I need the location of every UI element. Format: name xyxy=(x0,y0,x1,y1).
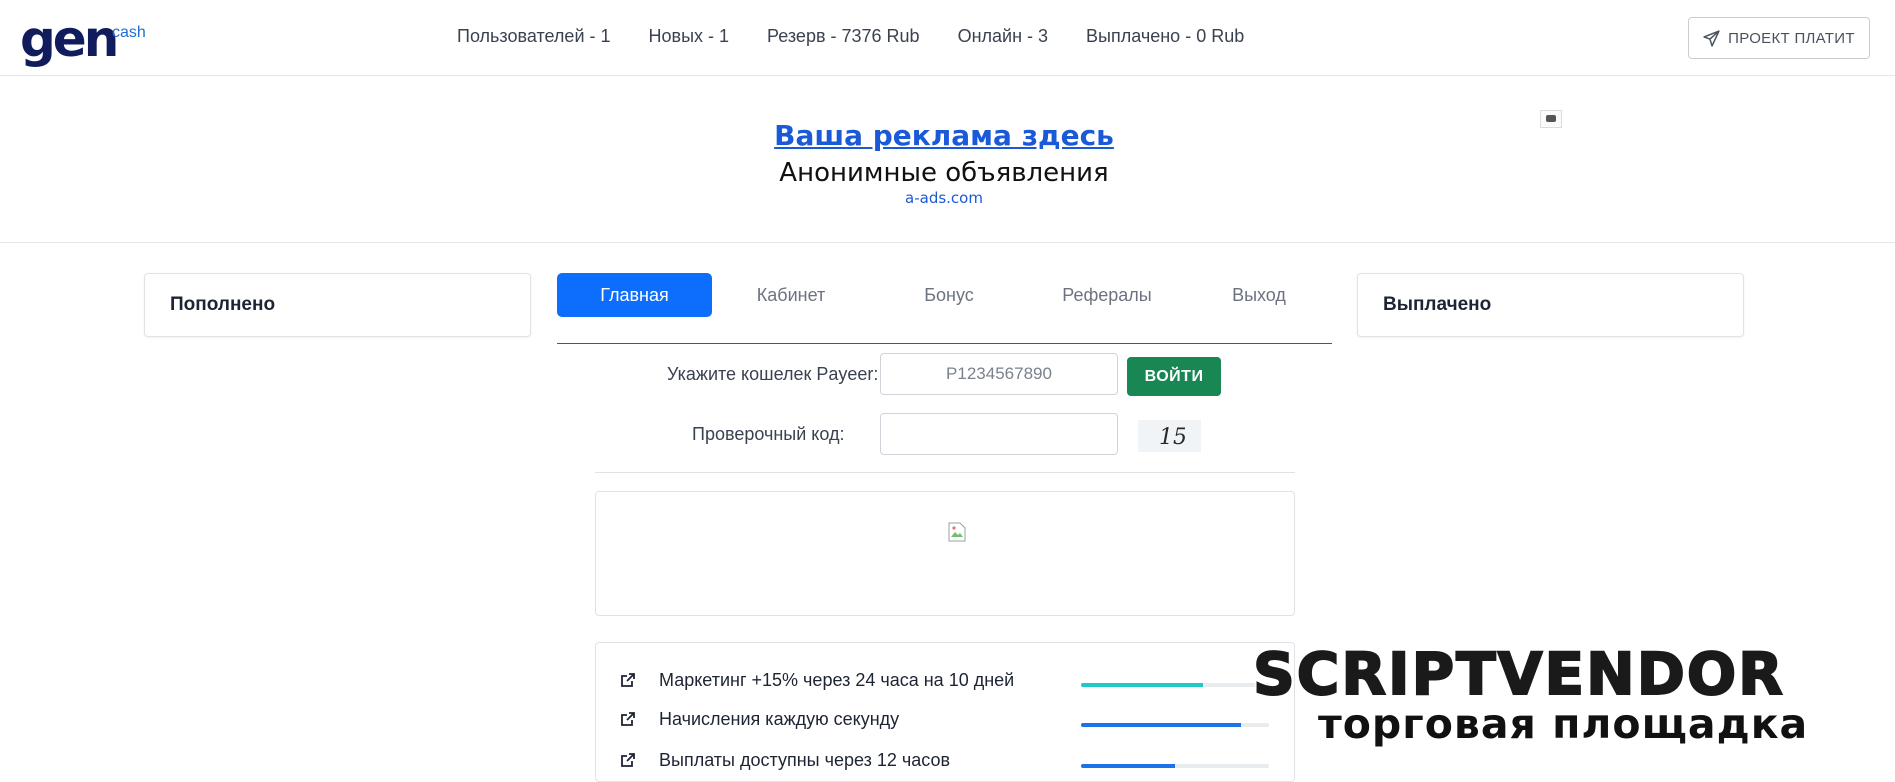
main-tabs: Главная Кабинет Бонус Рефералы Выход xyxy=(557,273,1332,344)
captcha-label: Проверочный код: xyxy=(692,424,845,444)
ad-banner: Ваша реклама здесь Анонимные объявления … xyxy=(0,76,1895,243)
captcha-glyph: 15 xyxy=(1159,425,1185,450)
broken-image-icon xyxy=(948,522,966,542)
feature-progress-fill xyxy=(1081,764,1175,768)
logo[interactable]: gen cash xyxy=(20,14,146,64)
project-pays-button[interactable]: ПРОЕКТ ПЛАТИТ xyxy=(1688,17,1870,59)
feature-text: Начисления каждую секунду xyxy=(659,708,900,729)
feature-progress xyxy=(1081,764,1269,768)
tab-logout[interactable]: Выход xyxy=(1186,273,1332,317)
features-box: Маркетинг +15% через 24 часа на 10 дней … xyxy=(595,642,1295,782)
feature-item: Выплаты доступны через 12 часов xyxy=(620,748,950,772)
feature-progress xyxy=(1081,683,1269,687)
tab-cabinet[interactable]: Кабинет xyxy=(712,273,870,317)
tab-bonus[interactable]: Бонус xyxy=(870,273,1028,317)
feature-item: Начисления каждую секунду xyxy=(620,707,899,731)
scriptvendor-watermark: SCRIPTVENDOR торговая площадка xyxy=(1250,636,1895,760)
paid-out-card-title: Выплачено xyxy=(1383,294,1492,315)
external-link-icon[interactable] xyxy=(620,752,636,768)
site-stats: Пользователей - 1 Новых - 1 Резерв - 737… xyxy=(457,26,1244,47)
wallet-label: Укажите кошелек Payeer: xyxy=(667,364,879,384)
captcha-image[interactable]: 15 xyxy=(1138,420,1201,452)
ad-info-icon[interactable] xyxy=(1540,110,1562,128)
stat-new: Новых - 1 xyxy=(648,26,730,46)
ad-source-link[interactable]: a-ads.com xyxy=(0,189,1888,207)
captcha-text: 15 xyxy=(1159,425,1185,450)
feature-item: Маркетинг +15% через 24 часа на 10 дней xyxy=(620,668,1014,692)
ad-title-link[interactable]: Ваша реклама здесь xyxy=(0,119,1888,152)
logo-main-text: gen xyxy=(20,10,119,68)
stat-online: Онлайн - 3 xyxy=(957,26,1049,46)
login-button[interactable]: ВОЙТИ xyxy=(1127,357,1221,396)
form-divider xyxy=(595,472,1295,473)
wallet-input[interactable] xyxy=(880,353,1118,395)
feature-text: Выплаты доступны через 12 часов xyxy=(659,749,951,770)
tab-home[interactable]: Главная xyxy=(557,273,712,317)
feature-progress-fill xyxy=(1081,683,1204,687)
top-navbar: gen cash Пользователей - 1 Новых - 1 Рез… xyxy=(0,0,1895,76)
external-link-icon[interactable] xyxy=(620,672,636,688)
project-pays-label: ПРОЕКТ ПЛАТИТ xyxy=(1728,29,1855,47)
deposited-card-title: Пополнено xyxy=(170,294,276,315)
feature-progress xyxy=(1081,723,1269,727)
tab-referrals[interactable]: Рефералы xyxy=(1028,273,1186,317)
logo-superscript: cash xyxy=(112,24,146,41)
ad-subtitle: Анонимные объявления xyxy=(779,158,1109,188)
stat-users: Пользователей - 1 xyxy=(457,26,611,46)
external-link-icon[interactable] xyxy=(620,711,636,727)
send-icon xyxy=(1703,29,1720,47)
deposited-card: Пополнено xyxy=(144,273,531,337)
stat-paid: Выплачено - 0 Rub xyxy=(1086,26,1245,46)
feature-progress-fill xyxy=(1081,723,1241,727)
watermark-bottom-text: торговая площадка xyxy=(1318,700,1809,748)
stat-reserve: Резерв - 7376 Rub xyxy=(767,26,920,46)
captcha-input[interactable] xyxy=(880,413,1118,455)
watermark-top-text: SCRIPTVENDOR xyxy=(1252,639,1785,709)
paid-out-card: Выплачено xyxy=(1357,273,1744,337)
feature-text: Маркетинг +15% через 24 часа на 10 дней xyxy=(659,669,1015,690)
banner-box xyxy=(595,491,1295,616)
